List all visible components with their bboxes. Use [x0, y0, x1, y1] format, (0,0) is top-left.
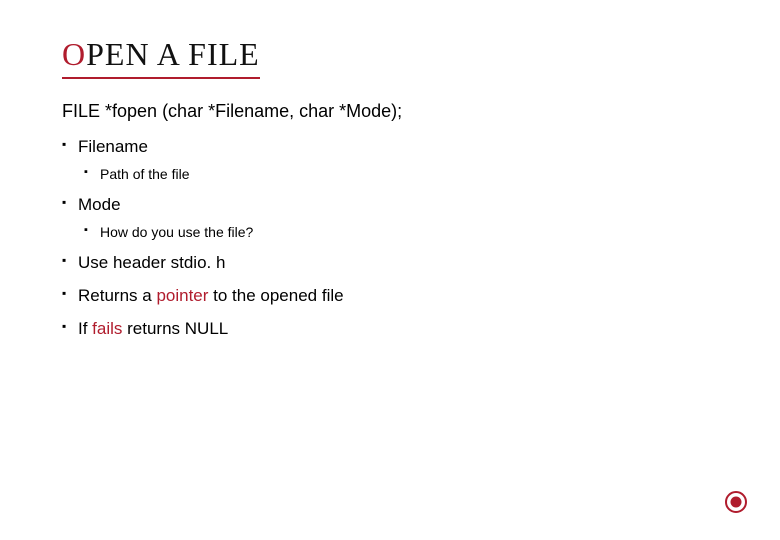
item-label: Filename — [78, 137, 148, 156]
title-wrap: OPEN A FILE — [62, 36, 718, 79]
item-text: Returns a — [78, 286, 156, 305]
item-highlight: fails — [92, 319, 122, 338]
list-item: Mode How do you use the file? — [62, 194, 718, 242]
title-rest: PEN A FILE — [86, 36, 260, 72]
item-text: to the opened file — [208, 286, 343, 305]
item-text: If — [78, 319, 92, 338]
title-accent-letter: O — [62, 36, 86, 72]
sub-list: How do you use the file? — [78, 223, 718, 242]
list-item: Use header stdio. h — [62, 252, 718, 275]
bullet-list: Filename Path of the file Mode How do yo… — [62, 136, 718, 340]
item-text: Use header stdio. h — [78, 253, 225, 272]
corner-badge-icon — [724, 490, 748, 514]
item-label: Mode — [78, 195, 121, 214]
sub-list-item: Path of the file — [84, 165, 718, 184]
list-item: If fails returns NULL — [62, 318, 718, 341]
sub-list-item: How do you use the file? — [84, 223, 718, 242]
slide: OPEN A FILE FILE *fopen (char *Filename,… — [0, 0, 780, 540]
list-item: Returns a pointer to the opened file — [62, 285, 718, 308]
function-signature: FILE *fopen (char *Filename, char *Mode)… — [62, 101, 718, 122]
item-text: returns NULL — [122, 319, 228, 338]
item-highlight: pointer — [156, 286, 208, 305]
slide-title: OPEN A FILE — [62, 36, 260, 79]
list-item: Filename Path of the file — [62, 136, 718, 184]
sub-list: Path of the file — [78, 165, 718, 184]
